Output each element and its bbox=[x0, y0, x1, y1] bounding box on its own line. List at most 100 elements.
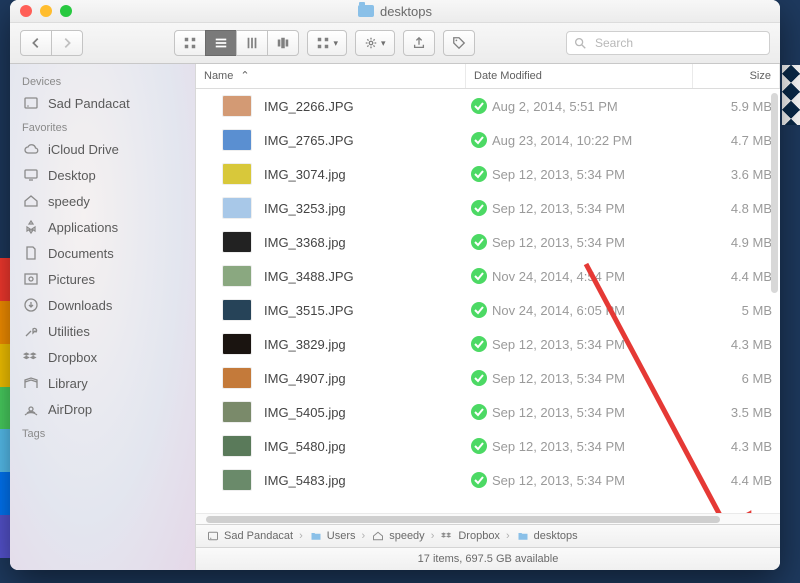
sidebar-item-speedy[interactable]: speedy bbox=[10, 188, 195, 214]
synced-check-icon bbox=[470, 267, 488, 285]
file-size: 4.3 MB bbox=[702, 439, 780, 454]
sync-status bbox=[466, 165, 492, 183]
utilities-icon bbox=[22, 323, 40, 339]
file-row[interactable]: IMG_2765.JPG Aug 23, 2014, 10:22 PM 4.7 … bbox=[196, 123, 780, 157]
column-header-modified[interactable]: Date Modified bbox=[466, 64, 693, 88]
view-list-button[interactable] bbox=[205, 30, 237, 56]
file-thumbnail bbox=[222, 333, 252, 355]
file-thumbnail bbox=[222, 299, 252, 321]
file-modified: Sep 12, 2013, 5:34 PM bbox=[492, 371, 702, 386]
view-columns-button[interactable] bbox=[236, 30, 268, 56]
file-thumbnail bbox=[222, 435, 252, 457]
file-modified: Sep 12, 2013, 5:34 PM bbox=[492, 439, 702, 454]
sidebar-item-icloud-drive[interactable]: iCloud Drive bbox=[10, 136, 195, 162]
file-thumbnail bbox=[222, 95, 252, 117]
tags-button[interactable] bbox=[443, 30, 475, 56]
close-button[interactable] bbox=[20, 5, 32, 17]
file-name: IMG_4907.jpg bbox=[264, 371, 466, 386]
file-thumbnail bbox=[222, 401, 252, 423]
sidebar-section-devices: Devices bbox=[10, 70, 195, 90]
home-icon bbox=[371, 530, 385, 542]
breadcrumb-separator: › bbox=[506, 530, 510, 542]
zoom-button[interactable] bbox=[60, 5, 72, 17]
sync-status bbox=[466, 369, 492, 387]
column-header-name[interactable]: Name ⌃ bbox=[196, 64, 466, 88]
titlebar[interactable]: desktops bbox=[10, 0, 780, 23]
sync-status bbox=[466, 199, 492, 217]
hdd-icon bbox=[22, 95, 40, 111]
minimize-button[interactable] bbox=[40, 5, 52, 17]
sidebar-item-label: Documents bbox=[48, 246, 114, 261]
file-size: 3.6 MB bbox=[702, 167, 780, 182]
arrange-button[interactable]: ▾ bbox=[307, 30, 347, 56]
file-row[interactable]: IMG_5483.jpg Sep 12, 2013, 5:34 PM 4.4 M… bbox=[196, 463, 780, 497]
action-button[interactable]: ▾ bbox=[355, 30, 395, 56]
forward-button[interactable] bbox=[51, 30, 83, 56]
file-thumbnail bbox=[222, 163, 252, 185]
sidebar-item-library[interactable]: Library bbox=[10, 370, 195, 396]
sidebar-item-label: Dropbox bbox=[48, 350, 97, 365]
sidebar-item-sad-pandacat[interactable]: Sad Pandacat bbox=[10, 90, 195, 116]
desktop-icon bbox=[22, 167, 40, 183]
sidebar-item-downloads[interactable]: Downloads bbox=[10, 292, 195, 318]
breadcrumb-desktops[interactable]: desktops bbox=[516, 530, 578, 542]
file-modified: Sep 12, 2013, 5:34 PM bbox=[492, 167, 702, 182]
file-modified: Sep 12, 2013, 5:34 PM bbox=[492, 337, 702, 352]
search-field[interactable] bbox=[566, 31, 770, 55]
dropbox-icon bbox=[440, 530, 454, 542]
sidebar-item-documents[interactable]: Documents bbox=[10, 240, 195, 266]
vertical-scrollbar[interactable] bbox=[771, 93, 778, 293]
sidebar-item-utilities[interactable]: Utilities bbox=[10, 318, 195, 344]
sidebar-item-label: iCloud Drive bbox=[48, 142, 119, 157]
search-input[interactable] bbox=[593, 35, 763, 51]
share-button[interactable] bbox=[403, 30, 435, 56]
sidebar-item-pictures[interactable]: Pictures bbox=[10, 266, 195, 292]
cloud-icon bbox=[22, 141, 40, 157]
sidebar-item-label: AirDrop bbox=[48, 402, 92, 417]
sidebar-item-label: Downloads bbox=[48, 298, 112, 313]
back-button[interactable] bbox=[20, 30, 52, 56]
view-coverflow-button[interactable] bbox=[267, 30, 299, 56]
synced-check-icon bbox=[470, 301, 488, 319]
file-row[interactable]: IMG_5480.jpg Sep 12, 2013, 5:34 PM 4.3 M… bbox=[196, 429, 780, 463]
horizontal-scrollbar-thumb[interactable] bbox=[206, 516, 720, 523]
file-row[interactable]: IMG_3515.JPG Nov 24, 2014, 6:05 PM 5 MB bbox=[196, 293, 780, 327]
file-row[interactable]: IMG_2266.JPG Aug 2, 2014, 5:51 PM 5.9 MB bbox=[196, 89, 780, 123]
sidebar-section-favorites: Favorites bbox=[10, 116, 195, 136]
sidebar-item-desktop[interactable]: Desktop bbox=[10, 162, 195, 188]
view-icon-button[interactable] bbox=[174, 30, 206, 56]
columns-icon bbox=[245, 36, 259, 50]
file-row[interactable]: IMG_3253.jpg Sep 12, 2013, 5:34 PM 4.8 M… bbox=[196, 191, 780, 225]
file-row[interactable]: IMG_3488.JPG Nov 24, 2014, 4:54 PM 4.4 M… bbox=[196, 259, 780, 293]
sidebar-item-airdrop[interactable]: AirDrop bbox=[10, 396, 195, 422]
sidebar-item-dropbox[interactable]: Dropbox bbox=[10, 344, 195, 370]
sync-status bbox=[466, 267, 492, 285]
file-size: 4.4 MB bbox=[702, 473, 780, 488]
horizontal-scrollbar[interactable] bbox=[196, 513, 780, 524]
sync-status bbox=[466, 233, 492, 251]
sidebar: Devices Sad Pandacat Favorites iCloud Dr… bbox=[10, 64, 196, 570]
breadcrumb-sad-pandacat[interactable]: Sad Pandacat bbox=[206, 530, 293, 542]
file-row[interactable]: IMG_3074.jpg Sep 12, 2013, 5:34 PM 3.6 M… bbox=[196, 157, 780, 191]
file-row[interactable]: IMG_3829.jpg Sep 12, 2013, 5:34 PM 4.3 M… bbox=[196, 327, 780, 361]
file-name: IMG_3488.JPG bbox=[264, 269, 466, 284]
breadcrumb-dropbox[interactable]: Dropbox bbox=[440, 530, 500, 542]
file-row[interactable]: IMG_4907.jpg Sep 12, 2013, 5:34 PM 6 MB bbox=[196, 361, 780, 395]
file-row[interactable]: IMG_3368.jpg Sep 12, 2013, 5:34 PM 4.9 M… bbox=[196, 225, 780, 259]
share-icon bbox=[412, 36, 426, 50]
sidebar-item-applications[interactable]: Applications bbox=[10, 214, 195, 240]
column-header-size[interactable]: Size bbox=[693, 64, 780, 88]
chevron-right-icon bbox=[60, 36, 74, 50]
file-size: 5.9 MB bbox=[702, 99, 780, 114]
sidebar-item-label: Pictures bbox=[48, 272, 95, 287]
sidebar-item-label: Desktop bbox=[48, 168, 96, 183]
path-bar: Sad Pandacat›Users›speedy›Dropbox›deskto… bbox=[196, 524, 780, 547]
breadcrumb-users[interactable]: Users bbox=[309, 530, 356, 542]
folder-icon bbox=[358, 5, 374, 17]
breadcrumb-speedy[interactable]: speedy bbox=[371, 530, 424, 542]
sidebar-item-label: Library bbox=[48, 376, 88, 391]
file-modified: Sep 12, 2013, 5:34 PM bbox=[492, 405, 702, 420]
file-thumbnail bbox=[222, 265, 252, 287]
finder-window: desktops bbox=[10, 0, 780, 570]
file-row[interactable]: IMG_5405.jpg Sep 12, 2013, 5:34 PM 3.5 M… bbox=[196, 395, 780, 429]
